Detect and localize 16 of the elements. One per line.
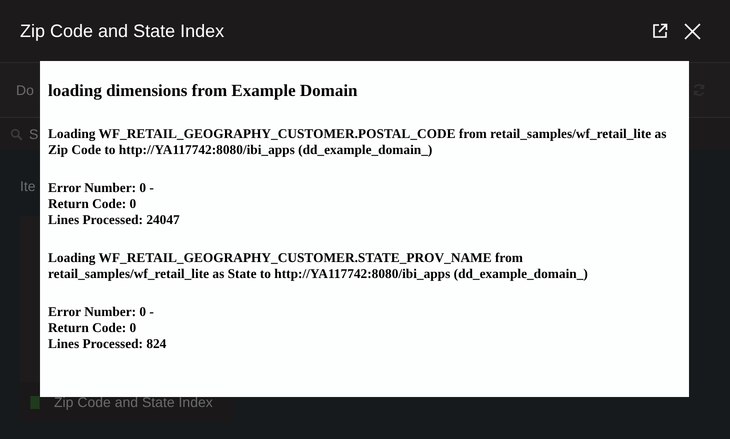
log-line: Loading WF_RETAIL_GEOGRAPHY_CUSTOMER.POSTAL_CODE from retail_samples/wf_retail_lite as Zip Code to http://YA117742:8080/ibi_apps (dd_example_domain_) xyxy=(48,126,668,158)
log-line: Return Code: 0 xyxy=(48,196,138,212)
log-line: Lines Processed: 24047 xyxy=(48,212,181,228)
log-line: Loading WF_RETAIL_GEOGRAPHY_CUSTOMER.STATE_PROV_NAME from retail_samples/wf_retail_lite as State to http://YA117742:8080/ibi_apps (dd_example_domain_) xyxy=(48,250,589,282)
close-icon[interactable] xyxy=(684,23,701,40)
log-line: Lines Processed: 824 xyxy=(48,336,168,352)
log-line: Return Code: 0 xyxy=(48,320,138,336)
external-link-icon[interactable] xyxy=(652,23,668,39)
toolbar-label: Do xyxy=(16,82,34,98)
dialog-title: Zip Code and State Index xyxy=(20,21,224,42)
log-line: Error Number: 0 - xyxy=(48,304,155,320)
search-icon xyxy=(10,128,23,140)
document-icon xyxy=(30,396,40,408)
dialog-heading: loading dimensions from Example Domain xyxy=(48,81,359,101)
log-line: Error Number: 0 - xyxy=(48,180,155,196)
section-label: Ite xyxy=(20,178,36,194)
